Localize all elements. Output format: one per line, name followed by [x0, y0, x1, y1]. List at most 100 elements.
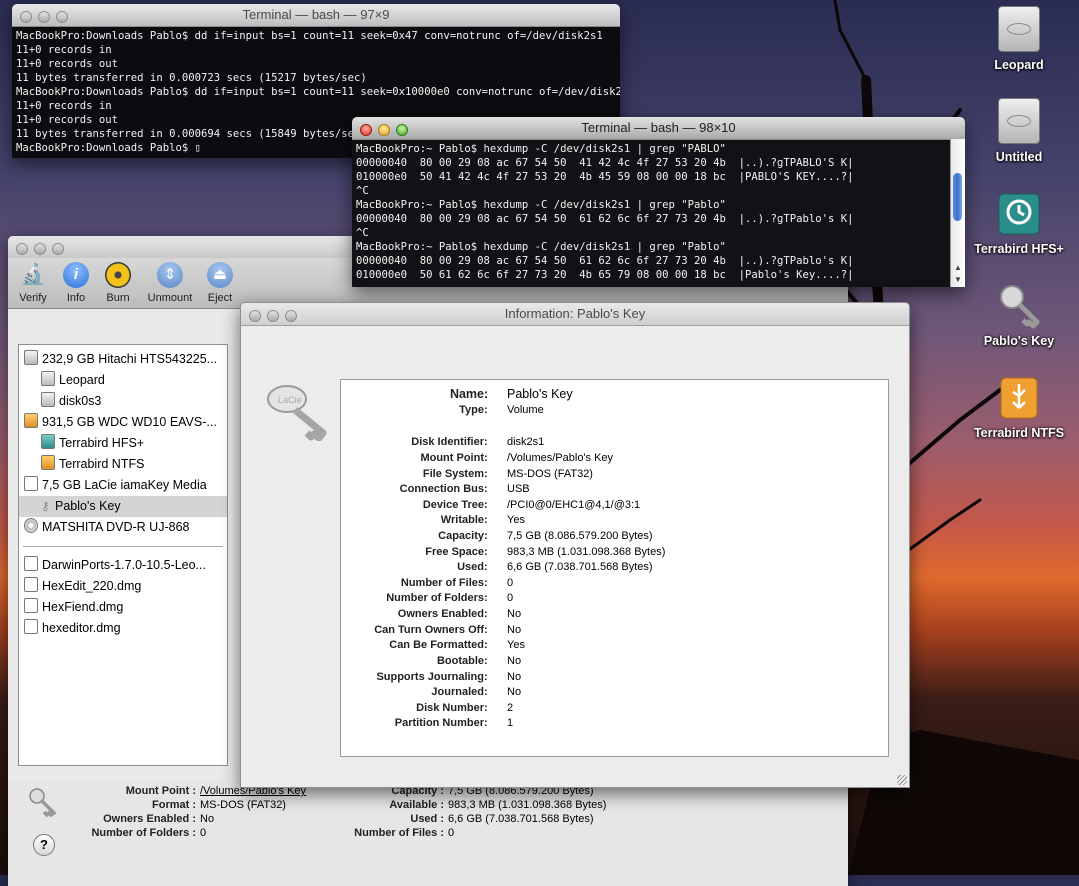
info-key: Device Tree	[422, 499, 484, 511]
close-button[interactable]	[249, 310, 261, 322]
info-row: Capacity: 7,5 GB (8.086.579.200 Bytes)	[341, 528, 888, 544]
time-machine-volume-icon	[41, 434, 55, 449]
disk-image-icon	[24, 619, 38, 634]
information-window[interactable]: Information: Pablo's Key LaCie Name: Pabl…	[240, 302, 910, 788]
hard-disk-icon	[24, 350, 38, 365]
footer-files: Number of Files : 0	[338, 827, 454, 839]
info-row: Name: Pablo's Key	[341, 386, 888, 402]
desktop-icon-terrabird-hfs[interactable]: Terrabird HFS+	[969, 190, 1069, 256]
sidebar-item-disk0s3[interactable]: disk0s3	[19, 391, 227, 412]
sidebar-item-hitachi[interactable]: 232,9 GB Hitachi HTS543225...	[19, 349, 227, 370]
sidebar-item-leopard[interactable]: Leopard	[19, 370, 227, 391]
info-key: Can Be Formatted	[389, 639, 484, 651]
zoom-button[interactable]	[56, 11, 68, 23]
info-value: /Volumes/Pablo's Key	[507, 452, 614, 464]
info-colon: :	[484, 686, 488, 698]
close-button[interactable]	[16, 243, 28, 255]
close-button[interactable]	[20, 11, 32, 23]
minimize-button[interactable]	[378, 124, 390, 136]
sidebar-item-terrabird-ntfs[interactable]: Terrabird NTFS	[19, 454, 227, 475]
info-key: Type	[459, 404, 484, 416]
sidebar-item-image[interactable]: hexeditor.dmg	[19, 618, 227, 639]
hard-drive-icon	[995, 6, 1043, 54]
info-row: Journaled: No	[341, 684, 888, 700]
close-button[interactable]	[360, 124, 372, 136]
key-icon: ⚷	[41, 499, 50, 513]
microscope-icon: 🔬	[20, 264, 46, 286]
terminal-scrollbar[interactable]: ▲ ▼	[950, 139, 965, 287]
sidebar-item-label: 7,5 GB LaCie iamaKey Media	[42, 478, 207, 492]
info-key: Free Space	[425, 546, 484, 558]
device-list[interactable]: 232,9 GB Hitachi HTS543225... Leopard di…	[18, 344, 228, 766]
minimize-button[interactable]	[34, 243, 46, 255]
minimize-button[interactable]	[38, 11, 50, 23]
burn-button[interactable]: ☢ Burn	[93, 262, 143, 304]
terminal-2-titlebar[interactable]: Terminal — bash — 98×10	[352, 117, 965, 140]
desktop-icon-untitled[interactable]: Untitled	[969, 98, 1069, 164]
sidebar-item-image[interactable]: DarwinPorts-1.7.0-10.5-Leo...	[19, 555, 227, 576]
terminal-1-titlebar[interactable]: Terminal — bash — 97×9	[12, 4, 620, 27]
info-key: Disk Identifier	[411, 436, 484, 448]
zoom-button[interactable]	[285, 310, 297, 322]
footer-key: Owners Enabled :	[103, 813, 196, 825]
info-key: Mount Point	[420, 452, 484, 464]
info-colon: :	[484, 530, 488, 542]
sidebar-item-label: Terrabird HFS+	[59, 436, 145, 450]
terminal-window-2[interactable]: Terminal — bash — 98×10 MacBookPro:~ Pab…	[352, 117, 965, 287]
sidebar-item-image[interactable]: HexFiend.dmg	[19, 597, 227, 618]
sidebar-item-dvd[interactable]: MATSHITA DVD-R UJ-868	[19, 517, 227, 538]
footer-value: MS-DOS (FAT32)	[200, 799, 286, 811]
sidebar-item-label: 931,5 GB WDC WD10 EAVS-...	[42, 415, 217, 429]
sidebar-item-image[interactable]: HexEdit_220.dmg	[19, 576, 227, 597]
info-key: Can Turn Owners Off	[374, 624, 484, 636]
info-colon: :	[484, 468, 488, 480]
scroll-up-arrow-icon[interactable]: ▲	[951, 263, 965, 275]
sidebar-item-wdc[interactable]: 931,5 GB WDC WD10 EAVS-...	[19, 412, 227, 433]
desktop-icon-leopard[interactable]: Leopard	[969, 6, 1069, 72]
sidebar-divider	[23, 546, 223, 547]
info-colon: :	[484, 452, 488, 464]
info-row: Number of Folders: 0	[341, 590, 888, 606]
info-row: Disk Identifier: disk2s1	[341, 434, 888, 450]
info-key: Number of Folders	[386, 592, 484, 604]
terminal-line: MacBookPro:~ Pablo$ hexdump -C /dev/disk…	[356, 143, 726, 155]
zoom-button[interactable]	[396, 124, 408, 136]
terminal-line: 11+0 records in	[16, 44, 112, 56]
info-row: File System: MS-DOS (FAT32)	[341, 466, 888, 482]
footer-key: Number of Folders :	[91, 827, 196, 839]
unmount-button[interactable]: ⇕ Unmount	[145, 262, 195, 304]
desktop-icon-terrabird-ntfs[interactable]: Terrabird NTFS	[969, 374, 1069, 440]
info-row: Owners Enabled: No	[341, 606, 888, 622]
info-row: Writable: Yes	[341, 512, 888, 528]
footer-owners: Owners Enabled : No	[68, 813, 214, 825]
desktop-icon-label: Terrabird NTFS	[973, 426, 1065, 440]
minimize-button[interactable]	[267, 310, 279, 322]
info-value: 2	[507, 702, 514, 714]
footer-value: No	[200, 813, 215, 825]
info-key: Name	[449, 387, 484, 401]
info-row: Device Tree: /PCI0@0/EHC1@4,1/@3:1	[341, 497, 888, 513]
zoom-button[interactable]	[52, 243, 64, 255]
usb-volume-icon	[41, 455, 55, 470]
info-colon: :	[484, 608, 488, 620]
time-machine-drive-icon	[995, 190, 1043, 238]
help-button[interactable]: ?	[33, 834, 55, 856]
sidebar-item-terrabird-hfs[interactable]: Terrabird HFS+	[19, 433, 227, 454]
disk-image-icon	[24, 598, 38, 613]
sidebar-item-pablos-key[interactable]: ⚷ Pablo's Key	[19, 496, 227, 517]
scroll-down-arrow-icon[interactable]: ▼	[951, 275, 965, 287]
desktop-icon-pablos-key[interactable]: Pablo's Key	[969, 282, 1069, 348]
eject-button[interactable]: ⏏ Eject	[195, 262, 245, 304]
footer-value: 6,6 GB (7.038.701.568 Bytes)	[448, 813, 594, 825]
footer-value: 0	[448, 827, 455, 839]
info-titlebar[interactable]: Information: Pablo's Key	[241, 303, 909, 326]
sidebar-item-label: Terrabird NTFS	[59, 457, 145, 471]
flash-drive-icon	[24, 476, 38, 491]
terminal-output[interactable]: MacBookPro:~ Pablo$ hexdump -C /dev/disk…	[352, 140, 951, 287]
resize-grip[interactable]	[897, 775, 907, 785]
sidebar-item-lacie[interactable]: 7,5 GB LaCie iamaKey Media	[19, 475, 227, 496]
sidebar-item-label: hexeditor.dmg	[42, 621, 121, 635]
terminal-line: 11+0 records out	[16, 58, 119, 70]
scroll-thumb[interactable]	[953, 173, 962, 221]
sidebar-item-label: HexFiend.dmg	[42, 600, 124, 614]
